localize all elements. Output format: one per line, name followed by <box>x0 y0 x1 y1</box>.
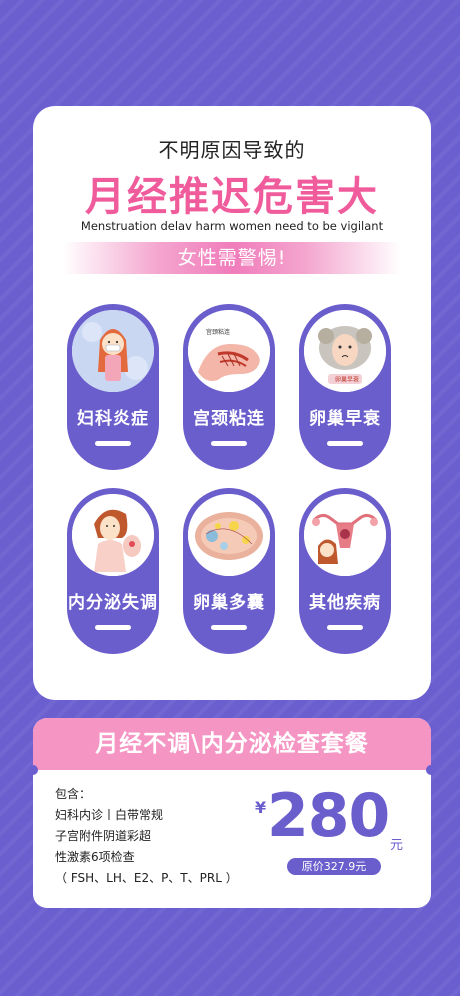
ticket-notch-right <box>426 765 436 775</box>
subtitle: 不明原因导致的 <box>158 138 306 162</box>
english-subtitle: Menstruation delav harm women need to be… <box>80 219 384 233</box>
price-unit: 元 <box>390 838 404 853</box>
package-card[interactable]: 月经不调\内分泌检查套餐 包含： 妇科内诊丨白带常规 子宫附件阴道彩超 性激素6… <box>28 718 436 908</box>
condition-card-premature-ovarian-failure[interactable]: 卵巢早衰 卵巢早衰 <box>299 304 391 470</box>
pill-indicator <box>327 625 363 630</box>
condition-label: 卵巢多囊 <box>193 593 265 613</box>
condition-label: 卵巢早衰 <box>309 409 381 429</box>
main-card: 不明原因导致的 月经推迟危害大 Menstruation delav harm … <box>33 106 431 700</box>
condition-card-gynecological-inflammation[interactable]: 妇科炎症 <box>67 304 159 470</box>
include-item: 妇科内诊丨白带常规 <box>55 808 164 822</box>
price-value: 280 <box>267 781 390 851</box>
include-item: 子宫附件阴道彩超 <box>55 829 152 843</box>
include-item: 性激素6项检查 <box>55 850 135 864</box>
condition-label: 宫颈粘连 <box>193 409 265 429</box>
illustration-tag: 卵巢早衰 <box>335 376 359 384</box>
cervix-illustration-icon: 宫颈粘连 <box>188 310 270 392</box>
includes-label: 包含： <box>55 787 92 801</box>
uterus-illustration-icon <box>304 494 386 576</box>
condition-card-polycystic-ovary[interactable]: 卵巢多囊 <box>183 488 275 654</box>
pill-indicator <box>211 625 247 630</box>
package-title: 月经不调\内分泌检查套餐 <box>33 718 431 770</box>
condition-label: 妇科炎症 <box>77 409 149 429</box>
condition-card-cervical-adhesion[interactable]: 宫颈粘连 宫颈粘连 <box>183 304 275 470</box>
illustration-tag: 宫颈粘连 <box>206 328 230 336</box>
page-title: 月经推迟危害大 <box>85 174 379 220</box>
pill-indicator <box>95 441 131 446</box>
woman-illustration-icon <box>72 494 154 576</box>
package-includes: 包含： 妇科内诊丨白带常规 子宫附件阴道彩超 性激素6项检查 （ FSH、LH、… <box>55 784 238 889</box>
original-price-badge: 原价327.9元 <box>287 858 381 875</box>
currency-symbol: ¥ <box>255 798 267 817</box>
pill-indicator <box>211 441 247 446</box>
pill-indicator <box>327 441 363 446</box>
condition-card-other-diseases[interactable]: 其他疾病 <box>299 488 391 654</box>
include-item: （ FSH、LH、E2、P、T、PRL ） <box>55 871 238 885</box>
ticket-notch-left <box>28 765 38 775</box>
condition-label: 其他疾病 <box>309 593 381 613</box>
warning-banner: 女性需警惕! <box>63 242 401 274</box>
pill-indicator <box>95 625 131 630</box>
condition-label: 内分泌失调 <box>68 593 158 613</box>
girl-illustration-icon <box>72 310 154 392</box>
condition-card-endocrine-disorder[interactable]: 内分泌失调 <box>67 488 159 654</box>
polycystic-ovary-illustration-icon <box>188 494 270 576</box>
ovary-illustration-icon: 卵巢早衰 <box>304 310 386 392</box>
